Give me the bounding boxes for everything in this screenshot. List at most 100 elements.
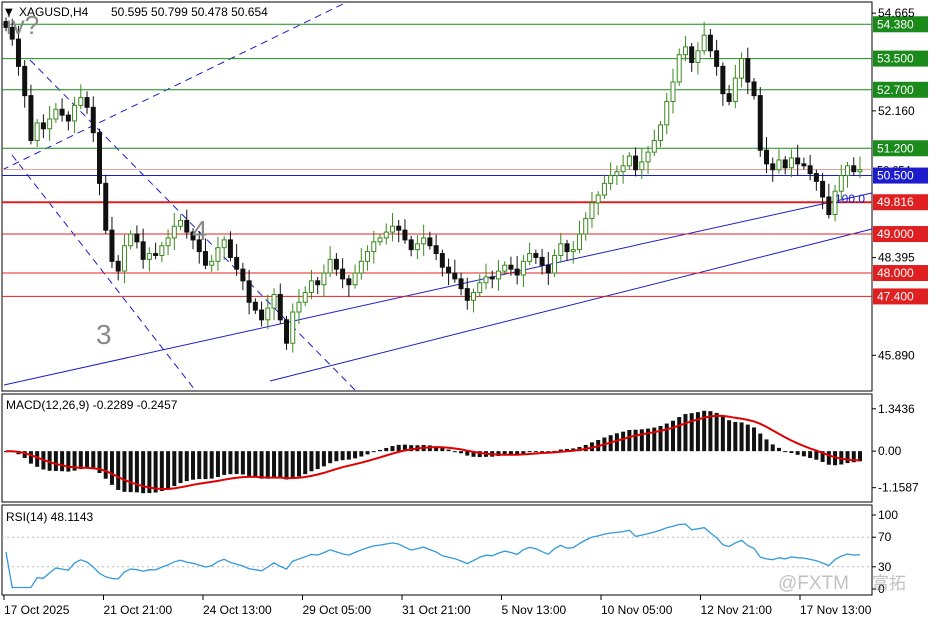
macd-histogram-bar [178,451,183,484]
macd-histogram-bar [727,420,732,452]
macd-histogram-bar [122,451,127,492]
candle-body [626,155,632,167]
watermark-cn: 富拓 [872,574,906,594]
price-level-label: 47.400 [877,289,914,303]
candle-body [40,122,46,130]
x-axis: 17 Oct 2025 21 Oct 21:00 24 Oct 13:00 29 Oc… [3,595,872,617]
candle-body [115,260,121,272]
macd-histogram-bar [670,420,675,452]
macd-histogram-bar [265,451,270,479]
rsi-panel[interactable] [1,504,873,596]
macd-histogram-bar [215,451,220,477]
macd-histogram-bar [315,451,320,470]
candle-body [620,165,626,173]
candle-body [78,97,84,106]
candle-body [165,237,171,247]
price-level-label: 51.200 [877,141,914,155]
macd-histogram-bar [296,451,301,477]
candle-body [53,108,59,120]
candle-body [252,301,258,311]
macd-histogram-bar [795,451,800,455]
candle-body [720,65,726,95]
macd-histogram-bar [683,414,688,452]
macd-histogram-bar [278,451,283,478]
candle-body [209,260,215,266]
candle-body [545,264,551,274]
candle-body [589,202,595,219]
candle-body [277,293,283,321]
candle-body [227,239,233,258]
macd-histogram-bar [365,451,370,455]
macd-histogram-bar [639,429,644,452]
candle-body [645,151,651,163]
macd-histogram-bar [527,451,532,453]
candle-body [558,243,564,256]
candle-body [327,258,333,274]
candle-body [682,46,688,56]
candle-body [820,180,826,198]
price-level-label: 48.000 [877,266,914,280]
candle-body [695,50,701,63]
x-tick-label: 10 Nov 05:00 [601,603,673,617]
candle-body [184,219,190,233]
macd-histogram-bar [228,451,233,475]
candle-body [408,239,414,251]
candle-body [302,292,308,303]
y-tick-label: 45.890 [878,348,915,362]
rsi-y-tick-label: 30 [878,560,892,574]
candle-body [770,163,776,171]
candle-body [813,173,819,182]
candle-body [745,58,751,83]
macd-histogram-bar [826,451,831,465]
candle-body [221,239,227,249]
candle-body [352,272,358,286]
macd-histogram-bar [459,451,464,454]
candle-body [284,319,290,344]
macd-y-tick-label: -1.1587 [878,481,919,495]
candle-body [72,104,78,122]
macd-histogram-bar [808,451,813,459]
fib-label: 100.0 [835,192,865,206]
macd-histogram-bar [197,451,202,480]
candle-body [495,270,501,280]
macd-histogram-bar [733,421,738,452]
chart-canvas: 54.38053.50052.70051.20050.65450.50049.8… [1,1,928,617]
macd-y-tick-label: 0.00 [878,444,902,458]
candle-body [651,139,657,153]
candle-body [452,272,458,280]
candle-body [446,266,452,274]
x-tick-label: 12 Nov 21:00 [701,603,773,617]
candle-body [389,225,395,233]
macd-histogram-bar [159,451,164,492]
candle-body [583,217,589,235]
candle-body [439,253,445,268]
macd-histogram-bar [85,451,90,469]
price-level-label: 49.816 [877,195,914,209]
macd-histogram-bar [191,451,196,480]
candle-body [103,182,109,231]
candle-body [614,171,620,177]
y-tick-label: 48.395 [878,251,915,265]
candle-body [396,225,402,231]
rsi-title: RSI(14) 48.1143 [6,510,93,524]
macd-histogram-bar [240,451,245,475]
candle-body [146,253,152,260]
candle-body [240,268,246,282]
macd-histogram-bar [745,424,750,452]
macd-histogram-bar [103,451,108,479]
candle-body [371,241,377,253]
macd-histogram-bar [801,451,806,457]
x-tick-label: 17 Nov 13:00 [800,603,872,617]
macd-histogram-bar [614,433,619,452]
macd-histogram-bar [346,451,351,460]
candle-body [271,293,277,309]
candle-body [714,50,720,67]
macd-histogram-bar [714,412,719,452]
macd-histogram-bar [390,446,395,452]
candle-body [527,253,533,262]
candle-body [153,253,159,256]
candle-body [826,196,832,216]
candle-body [795,157,801,165]
candle-body [701,34,707,52]
macd-histogram-bar [184,451,189,482]
